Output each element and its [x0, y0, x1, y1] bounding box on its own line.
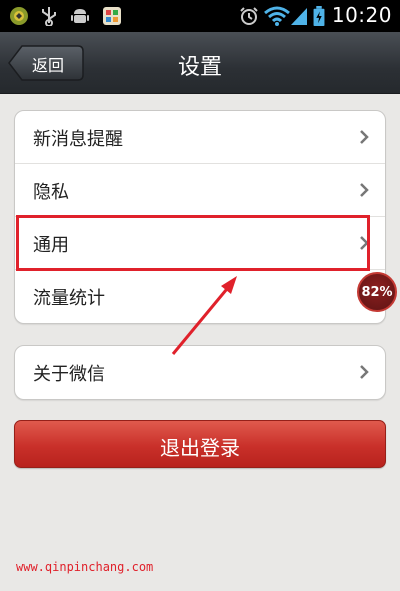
battery-charging-icon: [313, 6, 325, 26]
chevron-right-icon: [360, 365, 369, 379]
settings-item-privacy[interactable]: 隐私: [15, 164, 385, 217]
status-time: 10:20: [331, 3, 392, 27]
page-title: 设置: [177, 55, 222, 80]
progress-badge-label: 82%: [361, 285, 393, 300]
app-store-icon: [103, 7, 121, 25]
app-notification-icon: [10, 7, 28, 25]
settings-item-new-message-alert[interactable]: 新消息提醒: [15, 111, 385, 164]
signal-icon: [291, 8, 307, 25]
settings-item-label: 关于微信: [33, 364, 105, 385]
status-bar: 10:20: [0, 0, 400, 32]
annotation-highlight-box: [16, 215, 370, 271]
android-debug-icon: [71, 9, 89, 23]
wifi-icon: [264, 6, 290, 26]
progress-badge: 82%: [357, 272, 397, 312]
usb-icon: [42, 7, 56, 26]
logout-button[interactable]: 退出登录: [14, 420, 386, 468]
watermark: www.qinpinchang.com: [16, 560, 154, 574]
title-bar: 返回 设置: [0, 32, 400, 94]
settings-item-label: 新消息提醒: [33, 129, 123, 150]
annotation-arrow-icon: [171, 276, 237, 355]
chevron-right-icon: [360, 183, 369, 197]
chevron-right-icon: [360, 130, 369, 144]
settings-item-label: 隐私: [33, 182, 69, 203]
settings-item-label: 流量统计: [33, 288, 105, 309]
alarm-icon: [240, 7, 258, 25]
logout-button-label: 退出登录: [160, 436, 240, 460]
